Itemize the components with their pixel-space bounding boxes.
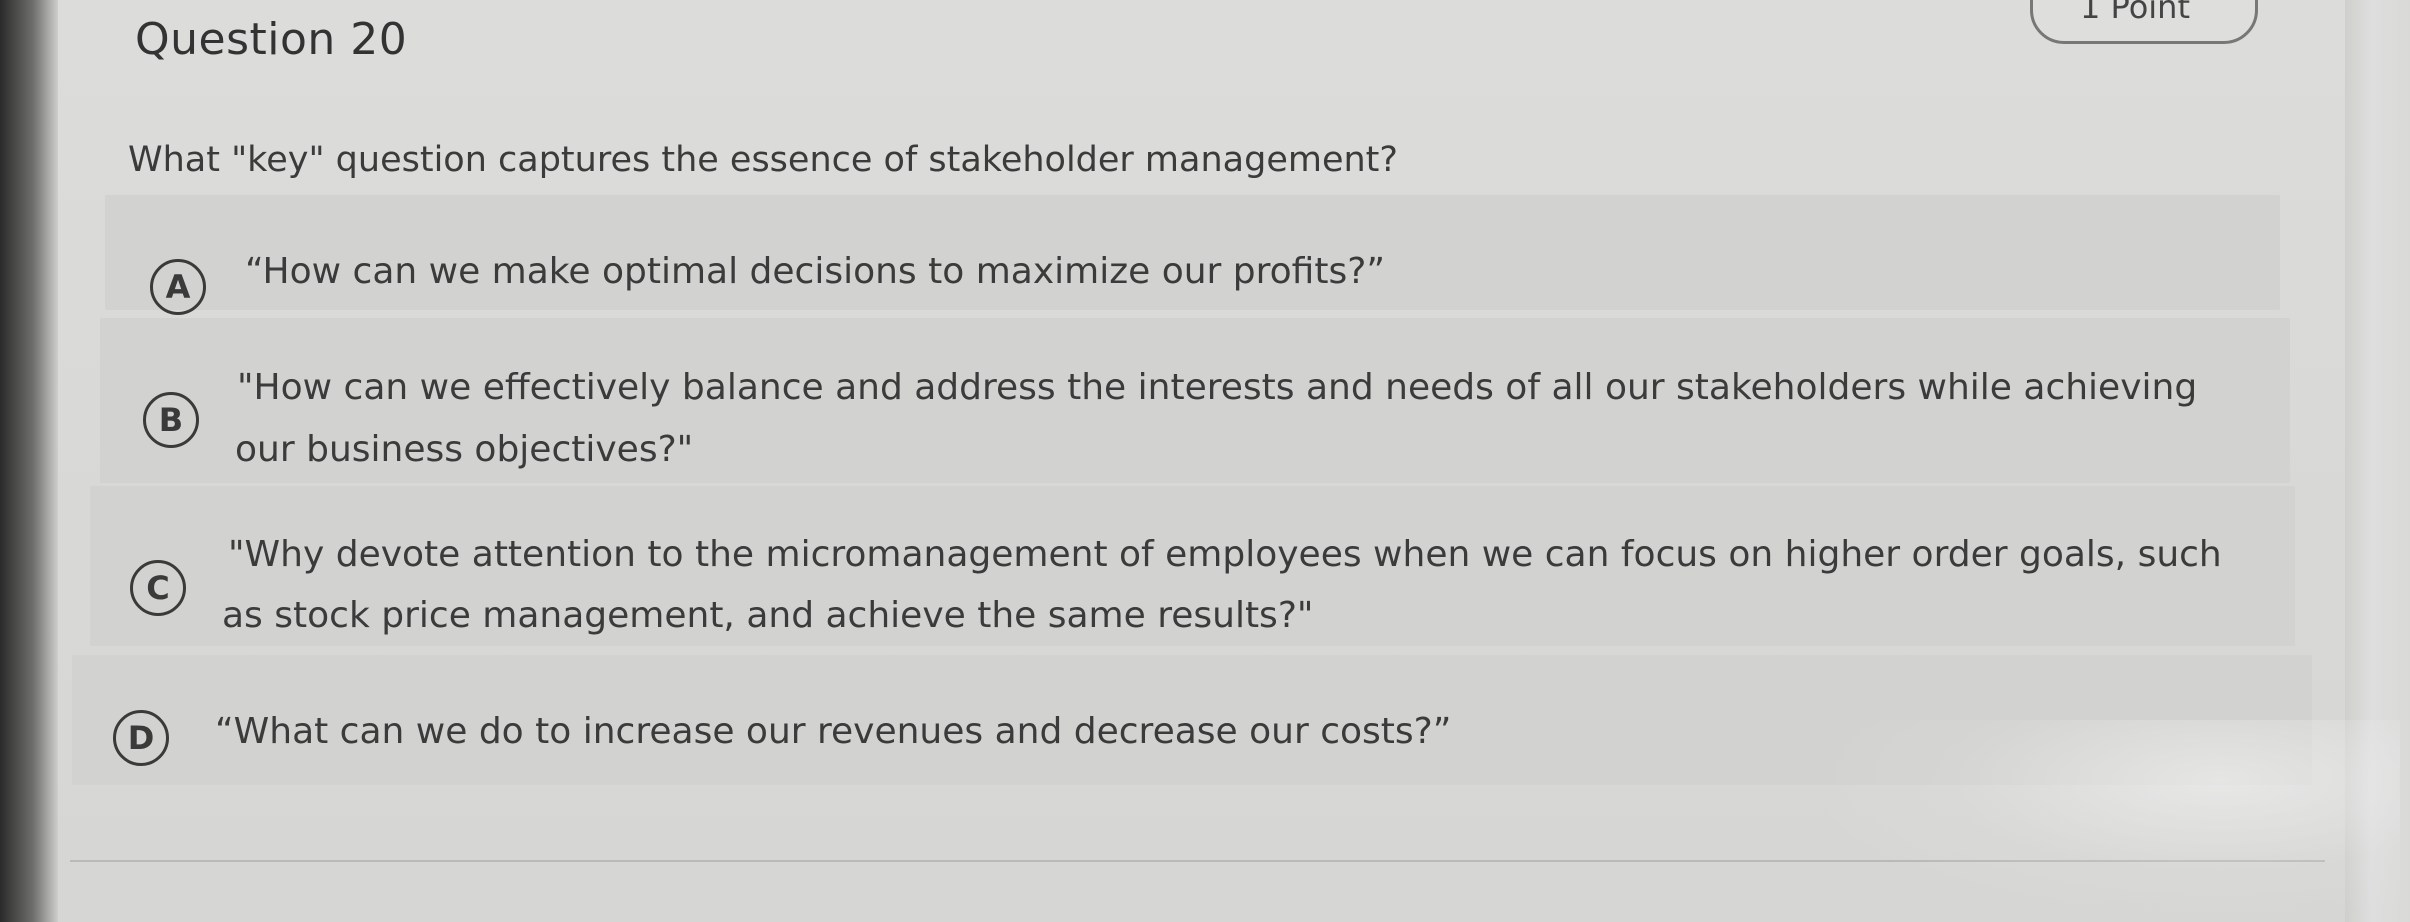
- option-c-radio[interactable]: C: [130, 560, 186, 616]
- option-c-text-line-1[interactable]: "Why devote attention to the micromanage…: [228, 525, 2222, 585]
- card-divider: [70, 860, 2325, 862]
- option-c-text-line-2[interactable]: as stock price management, and achieve t…: [222, 586, 1313, 646]
- question-title: Question 20: [135, 14, 408, 65]
- option-b-radio[interactable]: B: [143, 392, 199, 448]
- points-label: 1 Point: [2080, 0, 2190, 26]
- option-a-text[interactable]: “How can we make optimal decisions to ma…: [245, 242, 1385, 302]
- option-d-radio[interactable]: D: [113, 710, 169, 766]
- option-b-text-line-2[interactable]: our business objectives?": [235, 420, 693, 480]
- option-d-text[interactable]: “What can we do to increase our revenues…: [215, 702, 1451, 762]
- question-prompt: What "key" question captures the essence…: [128, 140, 1398, 180]
- option-b-text-line-1[interactable]: "How can we effectively balance and addr…: [237, 358, 2197, 418]
- option-a-radio[interactable]: A: [150, 259, 206, 315]
- card-right-edge: [2345, 0, 2410, 922]
- screen-bezel-shadow: [0, 0, 60, 922]
